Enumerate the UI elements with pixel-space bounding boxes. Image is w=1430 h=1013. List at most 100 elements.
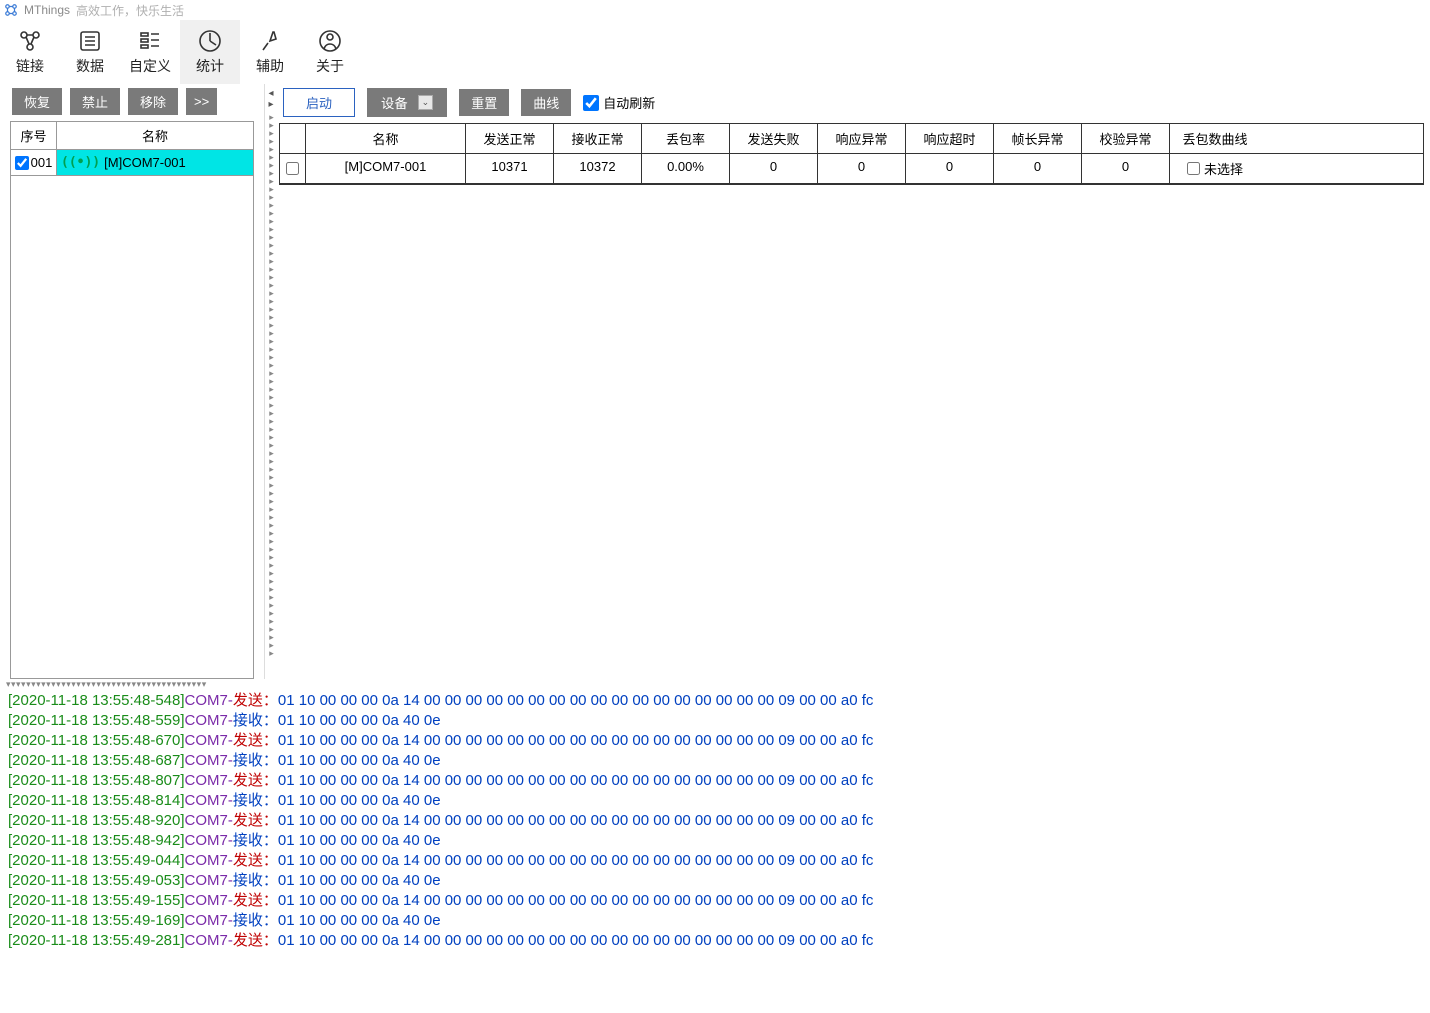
toolbar-data[interactable]: 数据	[60, 20, 120, 84]
log-timestamp: [2020-11-18 13:55:49-281]	[8, 932, 185, 949]
log-hex: 01 10 00 00 00 0a 14 00 00 00 00 00 00 0…	[278, 892, 874, 909]
curve-button[interactable]: 曲线	[521, 89, 571, 116]
stats-row-loss: 0.00%	[642, 154, 730, 183]
hdr-frameerr: 帧长异常	[994, 124, 1082, 153]
log-hex: 01 10 00 00 00 0a 40 0e	[278, 832, 441, 849]
log-line: [2020-11-18 13:55:49-155]COM7-发送：01 10 0…	[8, 891, 1422, 911]
app-slogan: 高效工作，快乐生活	[76, 2, 184, 19]
device-dropdown-label: 设备	[381, 93, 408, 112]
app-name: MThings	[24, 3, 70, 17]
splitter-grip-icon: ▾ ▾ ▾ ▾ ▾ ▾ ▾ ▾ ▾ ▾ ▾ ▾ ▾ ▾ ▾ ▾ ▾ ▾ ▾ ▾ …	[6, 681, 205, 687]
right-button-row: 启动 设备 ⌄ 重置 曲线 自动刷新	[277, 84, 1430, 121]
log-direction: 接收：	[233, 752, 278, 769]
restore-button[interactable]: 恢复	[12, 88, 62, 115]
log-direction: 接收：	[233, 792, 278, 809]
log-direction: 接收：	[233, 912, 278, 929]
hdr-resperr: 响应异常	[818, 124, 906, 153]
log-timestamp: [2020-11-18 13:55:48-670]	[8, 732, 185, 749]
device-row-checkbox[interactable]	[15, 156, 29, 170]
stats-row-sendok: 10371	[466, 154, 554, 183]
hdr-chk	[280, 124, 306, 153]
log-timestamp: [2020-11-18 13:55:48-687]	[8, 752, 185, 769]
log-hex: 01 10 00 00 00 0a 14 00 00 00 00 00 00 0…	[278, 772, 874, 789]
log-direction: 发送：	[233, 772, 278, 789]
left-button-row: 恢复 禁止 移除 >>	[0, 84, 264, 119]
log-timestamp: [2020-11-18 13:55:49-169]	[8, 912, 185, 929]
device-row-name-cell: ((•)) [M]COM7-001	[57, 150, 253, 175]
toolbar-data-label: 数据	[76, 56, 104, 76]
log-hex: 01 10 00 00 00 0a 40 0e	[278, 792, 441, 809]
app-logo-icon	[4, 3, 18, 17]
log-direction: 发送：	[233, 732, 278, 749]
log-timestamp: [2020-11-18 13:55:49-053]	[8, 872, 185, 889]
log-line: [2020-11-18 13:55:48-814]COM7-接收：01 10 0…	[8, 791, 1422, 811]
device-list-row[interactable]: 001 ((•)) [M]COM7-001	[11, 150, 253, 176]
titlebar: MThings 高效工作，快乐生活	[0, 0, 1430, 20]
log-timestamp: [2020-11-18 13:55:48-814]	[8, 792, 185, 809]
stats-table: 名称 发送正常 接收正常 丢包率 发送失败 响应异常 响应超时 帧长异常 校验异…	[279, 123, 1424, 185]
autorefresh-label: 自动刷新	[603, 93, 655, 112]
forbid-button[interactable]: 禁止	[70, 88, 120, 115]
log-direction: 接收：	[233, 832, 278, 849]
device-dropdown[interactable]: 设备 ⌄	[367, 88, 447, 117]
toolbar-custom[interactable]: 自定义	[120, 20, 180, 84]
autorefresh-checkbox[interactable]	[583, 95, 599, 111]
log-line: [2020-11-18 13:55:48-559]COM7-接收：01 10 0…	[8, 711, 1422, 731]
log-direction: 接收：	[233, 872, 278, 889]
log-hex: 01 10 00 00 00 0a 40 0e	[278, 752, 441, 769]
log-port: COM7-	[185, 872, 233, 889]
stats-row-curve-checkbox[interactable]	[1187, 162, 1200, 175]
chevron-down-icon: ⌄	[418, 95, 434, 110]
toolbar-stats[interactable]: 统计	[180, 20, 240, 84]
log-port: COM7-	[185, 912, 233, 929]
toolbar-about[interactable]: 关于	[300, 20, 360, 84]
log-direction: 接收：	[233, 712, 278, 729]
log-direction: 发送：	[233, 692, 278, 709]
hdr-recvok: 接收正常	[554, 124, 642, 153]
toolbar-assist-label: 辅助	[256, 56, 284, 76]
log-line: [2020-11-18 13:55:48-807]COM7-发送：01 10 0…	[8, 771, 1422, 791]
reset-button[interactable]: 重置	[459, 89, 509, 116]
log-hex: 01 10 00 00 00 0a 40 0e	[278, 712, 441, 729]
main-toolbar: 链接 数据 自定义 统计 辅助 关于	[0, 20, 1430, 84]
log-port: COM7-	[185, 792, 233, 809]
toolbar-assist[interactable]: 辅助	[240, 20, 300, 84]
toolbar-link[interactable]: 链接	[0, 20, 60, 84]
log-line: [2020-11-18 13:55:48-942]COM7-接收：01 10 0…	[8, 831, 1422, 851]
log-timestamp: [2020-11-18 13:55:48-559]	[8, 712, 185, 729]
log-port: COM7-	[185, 832, 233, 849]
log-line: [2020-11-18 13:55:49-169]COM7-接收：01 10 0…	[8, 911, 1422, 931]
main-area: 恢复 禁止 移除 >> 序号 名称 001 ((•)) [M]COM7-001	[0, 84, 1430, 679]
log-timestamp: [2020-11-18 13:55:48-548]	[8, 692, 185, 709]
right-panel: 启动 设备 ⌄ 重置 曲线 自动刷新 名称 发送正常 接收正常 丢包率 发送失败…	[277, 84, 1430, 679]
stats-row-curve-cell[interactable]: 未选择	[1170, 154, 1260, 183]
log-panel[interactable]: [2020-11-18 13:55:48-548]COM7-发送：01 10 0…	[0, 689, 1430, 1009]
log-timestamp: [2020-11-18 13:55:48-942]	[8, 832, 185, 849]
autorefresh-check[interactable]: 自动刷新	[583, 93, 655, 112]
horizontal-splitter[interactable]: ▾ ▾ ▾ ▾ ▾ ▾ ▾ ▾ ▾ ▾ ▾ ▾ ▾ ▾ ▾ ▾ ▾ ▾ ▾ ▾ …	[0, 679, 1430, 689]
stats-icon	[197, 28, 223, 54]
stats-row[interactable]: [M]COM7-001 10371 10372 0.00% 0 0 0 0 0 …	[280, 154, 1423, 184]
log-line: [2020-11-18 13:55:48-920]COM7-发送：01 10 0…	[8, 811, 1422, 831]
log-hex: 01 10 00 00 00 0a 40 0e	[278, 872, 441, 889]
start-button[interactable]: 启动	[283, 88, 355, 117]
log-line: [2020-11-18 13:55:49-281]COM7-发送：01 10 0…	[8, 931, 1422, 951]
remove-button[interactable]: 移除	[128, 88, 178, 115]
stats-row-checkbox[interactable]	[286, 162, 299, 175]
log-hex: 01 10 00 00 00 0a 14 00 00 00 00 00 00 0…	[278, 852, 874, 869]
log-hex: 01 10 00 00 00 0a 40 0e	[278, 912, 441, 929]
log-port: COM7-	[185, 852, 233, 869]
hdr-sendfail: 发送失败	[730, 124, 818, 153]
hdr-respto: 响应超时	[906, 124, 994, 153]
hdr-curve: 丢包数曲线	[1170, 124, 1260, 153]
log-port: COM7-	[185, 772, 233, 789]
log-port: COM7-	[185, 932, 233, 949]
log-port: COM7-	[185, 892, 233, 909]
vertical-splitter[interactable]: ◂ ▸ ▸▸▸▸▸▸▸▸▸▸▸▸▸▸▸▸▸▸▸▸▸▸▸▸▸▸▸▸▸▸▸▸▸▸▸▸…	[265, 84, 277, 679]
log-line: [2020-11-18 13:55:49-053]COM7-接收：01 10 0…	[8, 871, 1422, 891]
log-line: [2020-11-18 13:55:48-687]COM7-接收：01 10 0…	[8, 751, 1422, 771]
forward-button[interactable]: >>	[186, 88, 217, 115]
device-list-header: 序号 名称	[11, 122, 253, 150]
device-row-seq: 001	[31, 155, 53, 170]
log-line: [2020-11-18 13:55:49-044]COM7-发送：01 10 0…	[8, 851, 1422, 871]
